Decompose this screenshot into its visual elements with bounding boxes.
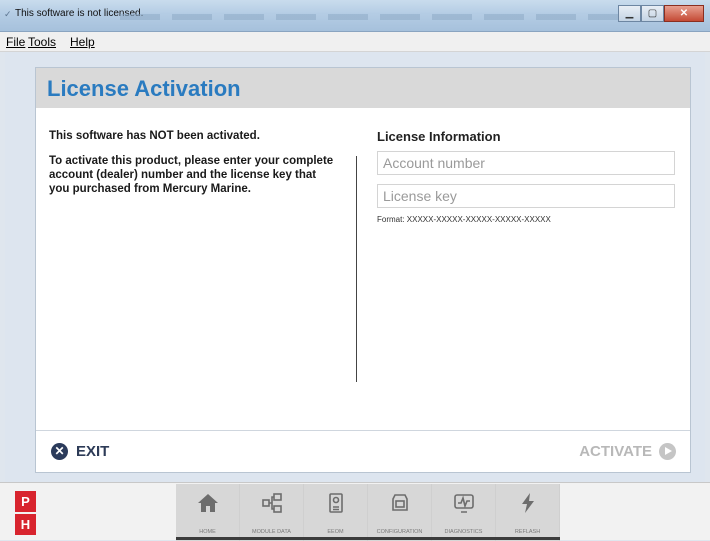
nav-bar: HOME MODULE DATA EEOM CONFIGURATION DIAG… (176, 484, 560, 541)
nav-diagnostics[interactable]: DIAGNOSTICS (432, 484, 496, 541)
titlebar-blur (120, 14, 620, 20)
license-information-heading: License Information (377, 129, 501, 144)
brand-logo-p: P (15, 491, 36, 512)
license-activation-panel: License Activation This software has NOT… (35, 67, 691, 473)
window-controls: ▁ ▢ ✕ (618, 5, 704, 23)
bottom-toolbar: P H HOME MODULE DATA EEOM CONFIGURATION … (0, 482, 710, 541)
brand-logo-h: H (15, 514, 36, 535)
nav-label: EEOM (327, 529, 344, 535)
activation-info: This software has NOT been activated. To… (49, 129, 339, 207)
account-number-input[interactable] (377, 151, 675, 175)
main-content: License Activation This software has NOT… (5, 52, 705, 482)
maximize-button[interactable]: ▢ (641, 5, 664, 22)
nav-label: HOME (199, 529, 216, 535)
page-title: License Activation (47, 76, 241, 101)
column-divider (356, 156, 357, 382)
exit-label: EXIT (76, 443, 110, 460)
menu-bar: File Tools Help (0, 32, 710, 52)
panel-header: License Activation (36, 68, 690, 108)
diagnostics-icon (432, 492, 495, 514)
play-circle-icon (659, 443, 676, 460)
exit-button[interactable]: ✕ EXIT (51, 443, 109, 460)
minimize-button[interactable]: ▁ (618, 5, 641, 22)
nav-module-data[interactable]: MODULE DATA (240, 484, 304, 541)
license-key-input[interactable] (377, 184, 675, 208)
reflash-icon (496, 492, 559, 514)
activate-label: ACTIVATE (579, 443, 652, 460)
menu-help[interactable]: Help (70, 35, 95, 49)
license-information-form: License Information Format: XXXXX-XXXXX-… (377, 129, 677, 224)
nav-label: DIAGNOSTICS (444, 529, 483, 535)
close-button[interactable]: ✕ (664, 5, 704, 22)
nav-label: MODULE DATA (252, 529, 291, 535)
window-titlebar: ✓ This software is not licensed. ▁ ▢ ✕ (0, 0, 710, 32)
close-circle-icon: ✕ (51, 443, 68, 460)
module-data-icon (240, 492, 303, 514)
nav-label: REFLASH (514, 529, 541, 535)
nav-label: CONFIGURATION (376, 529, 423, 535)
activation-instructions: To activate this product, please enter y… (49, 155, 334, 195)
nav-eeom[interactable]: EEOM (304, 484, 368, 541)
eeom-icon (304, 492, 367, 514)
menu-file[interactable]: File (6, 35, 25, 49)
menu-tools[interactable]: Tools (28, 35, 56, 49)
activate-button[interactable]: ACTIVATE (579, 443, 676, 460)
configuration-icon (368, 492, 431, 514)
app-icon: ✓ (4, 9, 12, 19)
license-format-hint: Format: XXXXX-XXXXX-XXXXX-XXXXX-XXXXX (377, 215, 551, 224)
nav-configuration[interactable]: CONFIGURATION (368, 484, 432, 541)
panel-footer: ✕ EXIT ACTIVATE (36, 430, 690, 474)
nav-home[interactable]: HOME (176, 484, 240, 541)
home-icon (176, 492, 239, 514)
activation-status-text: This software has NOT been activated. (49, 130, 260, 142)
nav-reflash[interactable]: REFLASH (496, 484, 560, 541)
